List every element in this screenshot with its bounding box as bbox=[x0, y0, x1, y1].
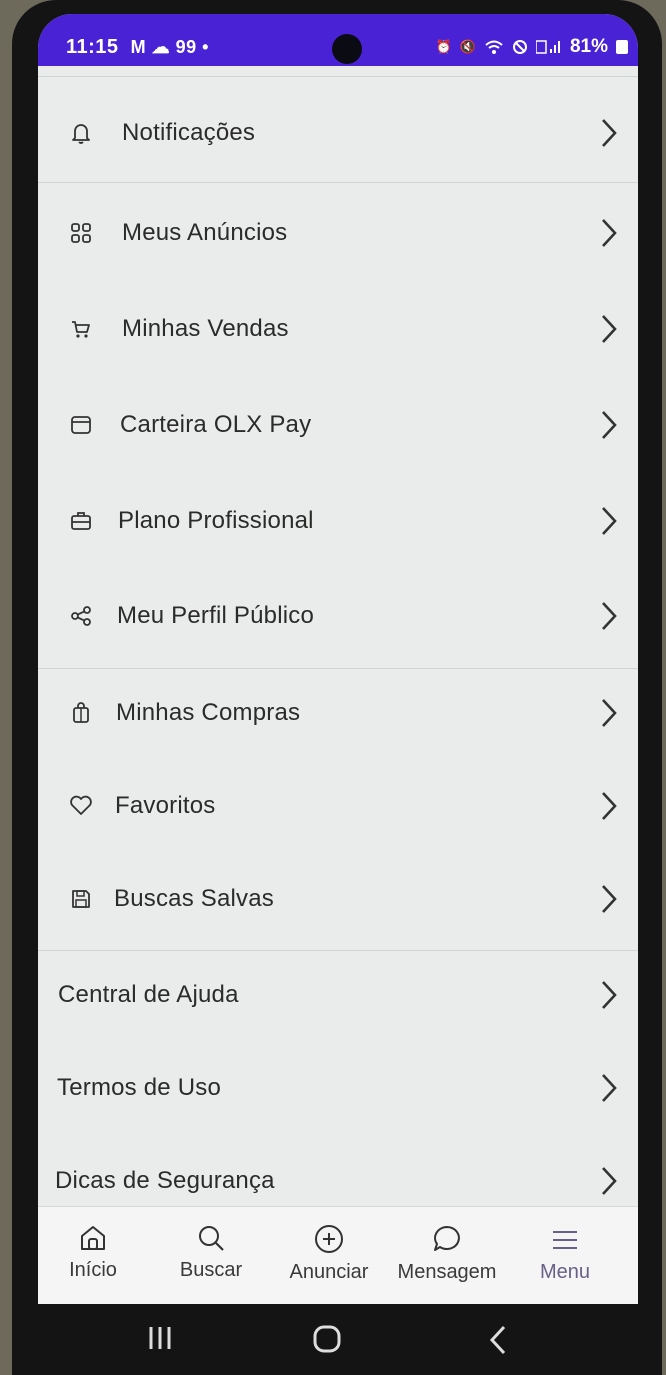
status-time: 11:15 M ☁ 99 • bbox=[66, 36, 209, 58]
battery-percent: 81% bbox=[569, 36, 608, 57]
recent-apps-icon[interactable] bbox=[146, 1324, 174, 1352]
chevron-right-icon bbox=[602, 315, 617, 343]
menu-item-label: Dicas de Segurança bbox=[55, 1167, 275, 1194]
menu-item-central-de-ajuda[interactable]: Central de Ajuda bbox=[38, 950, 638, 1040]
wallet-icon bbox=[68, 412, 94, 438]
hamburger-icon bbox=[553, 1231, 577, 1249]
menu-item-favoritos[interactable]: Favoritos bbox=[38, 761, 638, 851]
chevron-right-icon bbox=[602, 219, 617, 247]
signal-icon bbox=[535, 40, 560, 54]
screen: 11:15 M ☁ 99 • ⏰ 🔇 81% Notificações Meus… bbox=[38, 14, 638, 1304]
battery-icon bbox=[616, 40, 628, 54]
menu-item-minhas-compras[interactable]: Minhas Compras bbox=[38, 668, 638, 758]
nav-mensagem[interactable]: Mensagem bbox=[392, 1207, 502, 1304]
camera-cutout bbox=[332, 34, 362, 64]
nav-buscar[interactable]: Buscar bbox=[156, 1207, 266, 1304]
share-icon bbox=[68, 603, 94, 629]
menu-list: Notificações Meus Anúncios Minhas Vendas bbox=[38, 66, 638, 1206]
divider bbox=[38, 182, 638, 183]
save-icon bbox=[68, 886, 94, 912]
shopping-bag-icon bbox=[68, 700, 94, 726]
menu-item-label: Meu Perfil Público bbox=[117, 602, 315, 629]
wifi-icon bbox=[485, 40, 503, 54]
mute-icon: 🔇 bbox=[459, 39, 476, 54]
menu-item-label: Minhas Compras bbox=[116, 699, 301, 726]
chevron-right-icon bbox=[602, 411, 617, 439]
dnd-icon bbox=[512, 40, 527, 54]
chevron-right-icon bbox=[602, 699, 617, 727]
grid-icon bbox=[68, 220, 94, 246]
menu-item-minhas-vendas[interactable]: Minhas Vendas bbox=[38, 284, 638, 374]
bell-icon bbox=[68, 120, 94, 146]
menu-item-label: Meus Anúncios bbox=[122, 219, 288, 246]
alarm-icon: ⏰ bbox=[435, 39, 452, 54]
menu-item-buscas-salvas[interactable]: Buscas Salvas bbox=[38, 854, 638, 944]
back-icon[interactable] bbox=[486, 1324, 510, 1356]
chevron-right-icon bbox=[602, 1167, 617, 1195]
chevron-right-icon bbox=[602, 885, 617, 913]
menu-item-label: Favoritos bbox=[115, 792, 216, 819]
nav-menu[interactable]: Menu bbox=[510, 1207, 620, 1304]
status-indicators: M ☁ 99 • bbox=[130, 37, 209, 57]
chevron-right-icon bbox=[602, 119, 617, 147]
chevron-right-icon bbox=[602, 1074, 617, 1102]
briefcase-icon bbox=[68, 508, 94, 534]
nav-anunciar[interactable]: Anunciar bbox=[274, 1207, 384, 1304]
chevron-right-icon bbox=[602, 792, 617, 820]
menu-item-termos-de-uso[interactable]: Termos de Uso bbox=[38, 1043, 638, 1133]
status-bar: 11:15 M ☁ 99 • ⏰ 🔇 81% bbox=[38, 14, 638, 66]
menu-item-plano-profissional[interactable]: Plano Profissional bbox=[38, 476, 638, 566]
cart-icon bbox=[68, 316, 94, 342]
home-button-icon[interactable] bbox=[312, 1324, 342, 1354]
nav-inicio[interactable]: Início bbox=[38, 1207, 148, 1304]
search-icon bbox=[199, 1226, 224, 1251]
menu-item-meu-perfil-publico[interactable]: Meu Perfil Público bbox=[38, 571, 638, 661]
nav-label: Anunciar bbox=[289, 1261, 369, 1283]
chat-icon bbox=[434, 1226, 460, 1251]
menu-item-label: Buscas Salvas bbox=[114, 885, 275, 912]
divider bbox=[38, 76, 638, 77]
chevron-right-icon bbox=[602, 602, 617, 630]
status-icons: ⏰ 🔇 81% bbox=[436, 36, 628, 58]
system-nav-bar bbox=[38, 1304, 638, 1375]
plus-circle-icon bbox=[315, 1225, 343, 1253]
menu-item-meus-anuncios[interactable]: Meus Anúncios bbox=[38, 188, 638, 278]
chevron-right-icon bbox=[602, 981, 617, 1009]
menu-item-label: Termos de Uso bbox=[57, 1074, 221, 1101]
heart-icon bbox=[68, 793, 94, 819]
nav-label: Início bbox=[69, 1259, 117, 1281]
menu-item-label: Central de Ajuda bbox=[58, 981, 239, 1008]
menu-item-label: Notificações bbox=[122, 119, 256, 146]
nav-label: Mensagem bbox=[397, 1261, 497, 1283]
menu-item-label: Carteira OLX Pay bbox=[120, 411, 312, 438]
home-icon bbox=[81, 1226, 105, 1250]
nav-label: Buscar bbox=[179, 1259, 243, 1281]
nav-label: Menu bbox=[539, 1261, 591, 1283]
menu-item-carteira-olx-pay[interactable]: Carteira OLX Pay bbox=[38, 380, 638, 470]
chevron-right-icon bbox=[602, 507, 617, 535]
menu-item-label: Minhas Vendas bbox=[122, 315, 289, 342]
menu-item-label: Plano Profissional bbox=[118, 507, 314, 534]
menu-item-notificacoes[interactable]: Notificações bbox=[38, 88, 638, 178]
bottom-nav: Início Buscar Anunciar Mensagem Menu bbox=[38, 1206, 638, 1304]
